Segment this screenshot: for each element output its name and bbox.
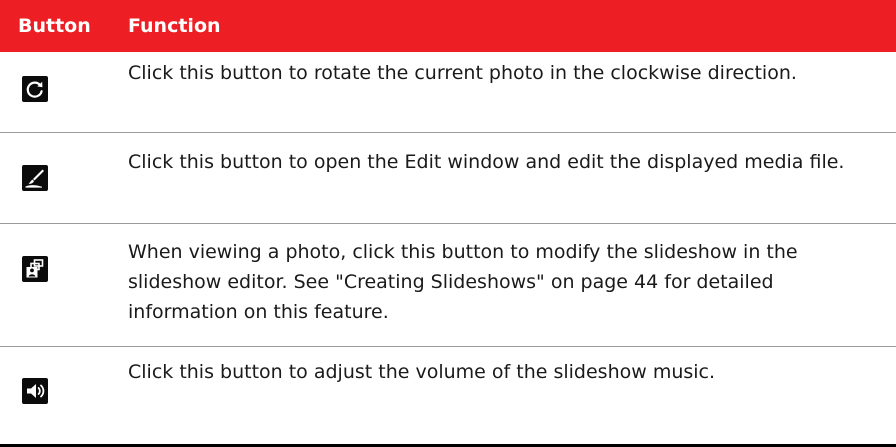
row-description: Click this button to rotate the current … [128,62,797,84]
header-button: Button [0,0,128,52]
table-row: Click this button to adjust the volume o… [0,346,896,447]
table-header-row: Button Function [0,0,896,52]
rotate-clockwise-icon [22,76,48,102]
description-cell: Click this button to open the Edit windo… [128,132,896,224]
description-cell: Click this button to rotate the current … [128,52,896,133]
icon-cell [0,52,128,133]
table-row: When viewing a photo, click this button … [0,223,896,347]
table-row: Click this button to open the Edit windo… [0,132,896,224]
icon-cell [0,346,128,447]
row-description: Click this button to open the Edit windo… [128,151,845,173]
icon-cell [0,132,128,224]
description-cell: When viewing a photo, click this button … [128,223,896,347]
edit-brush-icon [22,165,48,191]
header-function: Function [128,0,896,52]
table-row: Click this button to rotate the current … [0,52,896,133]
icon-cell [0,223,128,347]
volume-speaker-icon [22,378,48,404]
button-function-table: Button Function Click this button to rot… [0,0,896,447]
row-description: Click this button to adjust the volume o… [128,361,716,383]
description-cell: Click this button to adjust the volume o… [128,346,896,447]
slideshow-editor-icon [22,256,48,282]
row-description: When viewing a photo, click this button … [128,241,798,323]
